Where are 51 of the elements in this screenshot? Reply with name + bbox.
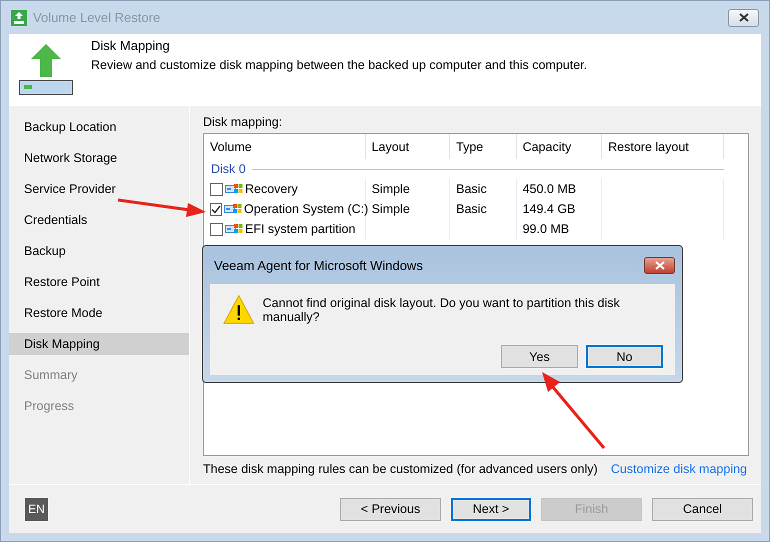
warning-icon [223, 294, 255, 325]
column-header[interactable]: Volume [204, 134, 366, 159]
table-cell: 149.4 GB [522, 202, 576, 216]
table-cell: Simple [372, 202, 410, 216]
page-description: Review and customize disk mapping between the backed up computer and this computer. [91, 58, 588, 72]
table-cell: Operation System (C:) [244, 202, 368, 216]
close-button[interactable] [644, 256, 675, 274]
dialog-button[interactable]: No [586, 345, 663, 368]
table-label: Disk mapping: [203, 115, 284, 129]
dialog-message: Cannot find original disk layout. Do you want to partition this disk manually? [262, 296, 621, 324]
sidebar-item[interactable]: Service Provider [9, 178, 189, 200]
volume-icon [224, 203, 242, 215]
table-cell: Basic [456, 202, 487, 216]
sidebar-item[interactable]: Backup Location [9, 116, 189, 138]
checkbox[interactable] [210, 182, 223, 196]
volume-icon [225, 223, 243, 235]
dialog-title: Veeam Agent for Microsoft Windows [214, 258, 423, 272]
checkbox[interactable] [210, 222, 223, 236]
table-cell: Recovery [245, 182, 298, 196]
language-badge[interactable]: EN [25, 498, 48, 520]
window-title: Volume Level Restore [33, 10, 162, 25]
column-header[interactable]: Restore layout [602, 134, 724, 159]
disk-upload-icon [19, 42, 73, 96]
table-cell: EFI system partition [245, 222, 356, 236]
disk-group-label: Disk 0 [211, 162, 246, 176]
close-icon [738, 13, 750, 22]
wizard-button[interactable]: < Previous [340, 498, 441, 520]
page-title: Disk Mapping [91, 38, 171, 53]
table-cell: 450.0 MB [522, 182, 576, 196]
wizard-button[interactable]: Next > [451, 498, 531, 520]
sidebar-item[interactable]: Network Storage [9, 147, 189, 169]
restore-icon [11, 10, 27, 26]
table-cell: 99.0 MB [522, 222, 570, 236]
customize-link[interactable]: Customize disk mapping [610, 462, 747, 476]
wizard-button[interactable]: Cancel [652, 498, 753, 520]
hint-text: These disk mapping rules can be customized (for advanced users only) [203, 462, 598, 476]
sidebar-item[interactable]: Disk Mapping [9, 333, 189, 355]
dialog-button[interactable]: Yes [501, 345, 578, 368]
table-cell: Simple [372, 182, 410, 196]
column-header[interactable]: Type [450, 134, 516, 159]
close-icon [654, 260, 666, 270]
sidebar-item[interactable]: Restore Point [9, 271, 189, 293]
sidebar-item[interactable]: Backup [9, 240, 189, 262]
sidebar-item[interactable]: Credentials [9, 209, 189, 231]
checkbox[interactable] [210, 202, 222, 216]
column-header[interactable]: Layout [365, 134, 450, 159]
sidebar-item[interactable]: Restore Mode [9, 302, 189, 324]
table-cell: Basic [456, 182, 487, 196]
close-button[interactable] [728, 8, 759, 26]
column-header[interactable]: Capacity [516, 134, 602, 159]
volume-icon [225, 183, 243, 195]
